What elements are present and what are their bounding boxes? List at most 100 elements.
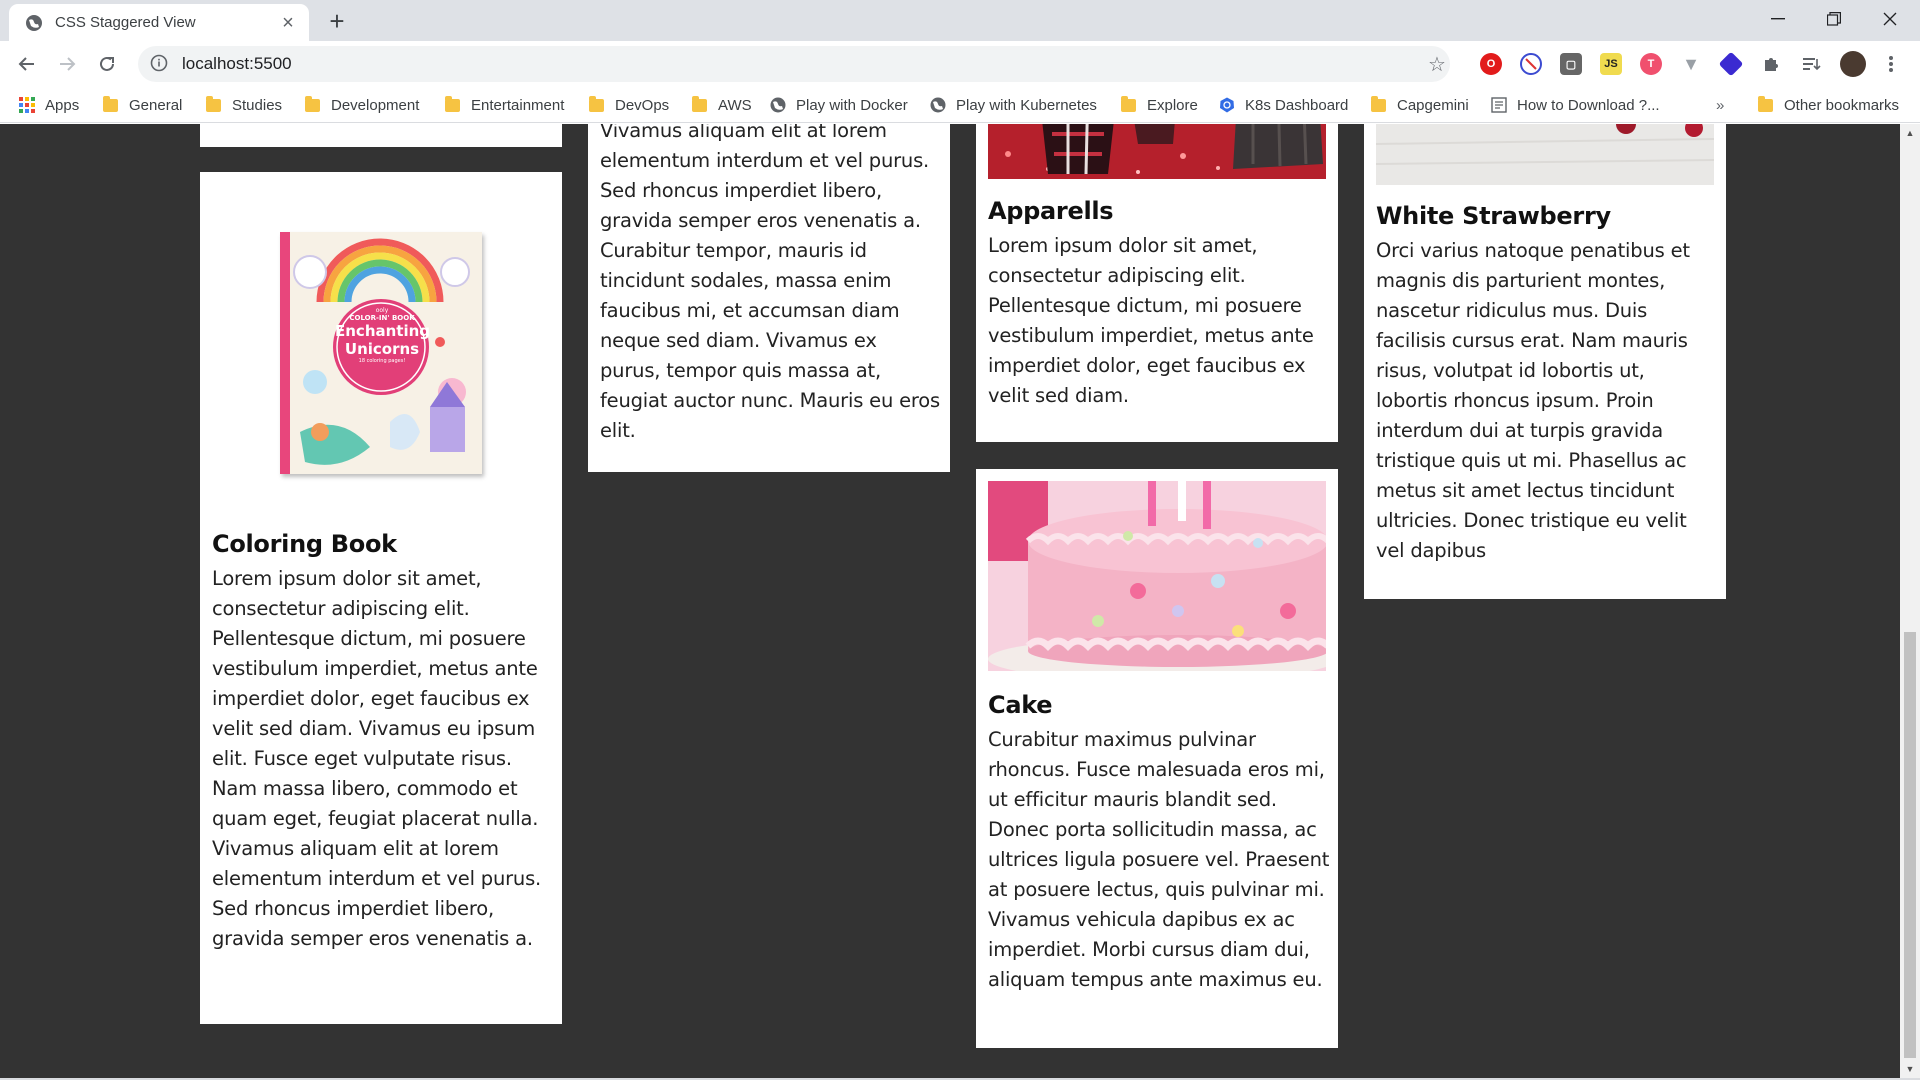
book-tagline: 18 coloring pages! — [358, 358, 406, 364]
bookmark-other-bookmarks[interactable]: Other bookmarks — [1758, 93, 1899, 117]
url-text: localhost:5500 — [182, 54, 292, 73]
tab-strip: CSS Staggered View × + — [0, 0, 1920, 41]
cake-image — [988, 481, 1326, 671]
globe-icon — [930, 97, 946, 113]
card-white-strawberry: White Strawberry Orci varius natoque pen… — [1364, 124, 1726, 599]
card-description: Curabitur maximus pulvinar rhoncus. Fusc… — [988, 728, 1330, 991]
layers-extension-icon[interactable] — [1718, 51, 1744, 77]
bookmark-label: DevOps — [615, 96, 670, 114]
reload-button[interactable] — [92, 49, 122, 79]
bookmark-entertainment[interactable]: Entertainment — [445, 93, 564, 117]
bookmark-explore[interactable]: Explore — [1121, 93, 1198, 117]
card-cake: Cake Curabitur maximus pulvinar rhoncus.… — [976, 469, 1338, 1048]
site-info-icon[interactable] — [150, 54, 170, 74]
new-tab-button[interactable]: + — [322, 6, 352, 36]
close-window-button[interactable] — [1862, 4, 1918, 34]
folder-icon — [589, 95, 604, 112]
card-description: Lorem ipsum dolor sit amet, consectetur … — [988, 234, 1314, 407]
bookmark-how-to-download[interactable]: How to Download ?... — [1491, 93, 1660, 117]
bookmark-label: Apps — [45, 96, 80, 114]
t-extension-icon[interactable]: T — [1640, 53, 1662, 75]
vue-extension-icon[interactable]: ▼ — [1680, 53, 1702, 75]
card-previous-bottom — [200, 124, 562, 147]
coloring-book-image: ooly COLOR-IN' BOOK Enchanting Unicorns … — [280, 232, 482, 474]
card-title: White Strawberry — [1376, 202, 1611, 230]
minimize-button[interactable] — [1750, 4, 1806, 34]
back-button[interactable] — [12, 49, 42, 79]
folder-icon — [445, 95, 460, 112]
folder-icon — [305, 95, 320, 112]
menu-kebab-icon[interactable] — [1880, 53, 1902, 75]
folder-icon — [1371, 95, 1386, 112]
reading-list-icon[interactable] — [1800, 53, 1822, 75]
card-title: Cake — [988, 691, 1053, 719]
bookmark-general[interactable]: General — [103, 93, 182, 117]
scroll-up-arrow-icon[interactable]: ▲ — [1900, 124, 1920, 142]
card-apparells: Apparells Lorem ipsum dolor sit amet, co… — [976, 124, 1338, 442]
book-brand: ooly — [375, 307, 389, 314]
card-description: Vivamus aliquam elit at lorem elementum … — [600, 124, 940, 442]
folder-icon — [103, 95, 118, 112]
folder-icon — [1758, 95, 1773, 112]
bookmark-label: Capgemini — [1397, 96, 1469, 114]
card-continued: Vivamus aliquam elit at lorem elementum … — [588, 124, 950, 472]
bookmark-play-with-docker[interactable]: Play with Docker — [770, 93, 908, 117]
restore-button[interactable] — [1806, 4, 1862, 34]
page-viewport: ooly COLOR-IN' BOOK Enchanting Unicorns … — [0, 124, 1900, 1078]
bookmark-label: AWS — [718, 96, 752, 114]
white-strawberry-image — [1376, 124, 1714, 185]
bookmark-aws[interactable]: AWS — [692, 93, 752, 117]
bookmarks-overflow-button[interactable]: » — [1716, 97, 1724, 114]
card-title: Apparells — [988, 197, 1114, 225]
opera-extension-icon[interactable]: O — [1480, 53, 1502, 75]
address-bar[interactable]: localhost:5500 — [138, 46, 1450, 82]
card-description: Lorem ipsum dolor sit amet, consectetur … — [212, 567, 542, 950]
bookmark-label: Development — [331, 96, 420, 114]
bookmark-development[interactable]: Development — [305, 93, 419, 117]
scrollbar-thumb[interactable] — [1904, 632, 1916, 1058]
bookmarks-bar: Apps General Studies Development Enterta… — [0, 87, 1920, 123]
puzzle-extensions-icon[interactable] — [1760, 53, 1782, 75]
js-extension-icon[interactable]: JS — [1600, 53, 1622, 75]
apps-grid-icon — [19, 97, 35, 113]
book-title-line2: Unicorns — [344, 340, 420, 358]
globe-icon — [770, 97, 786, 113]
bookmark-play-with-kubernetes[interactable]: Play with Kubernetes — [930, 93, 1097, 117]
bookmark-label: Other bookmarks — [1784, 96, 1900, 114]
bookmark-label: General — [129, 96, 183, 114]
bookmark-devops[interactable]: DevOps — [589, 93, 669, 117]
folder-icon — [692, 95, 707, 112]
close-tab-icon[interactable]: × — [277, 12, 299, 34]
bookmark-k8s-dashboard[interactable]: K8s Dashboard — [1219, 93, 1348, 117]
folder-icon — [206, 95, 221, 112]
bookmark-label: Play with Kubernetes — [956, 96, 1097, 114]
bookmark-label: K8s Dashboard — [1245, 96, 1349, 114]
bookmark-label: Play with Docker — [796, 96, 908, 114]
globe-icon — [25, 14, 43, 32]
block-extension-icon[interactable] — [1520, 53, 1542, 75]
forward-button[interactable] — [52, 49, 82, 79]
profile-avatar[interactable] — [1840, 51, 1866, 77]
folder-icon — [1121, 95, 1136, 112]
window-extension-icon[interactable]: ▢ — [1560, 53, 1582, 75]
bookmark-star-icon[interactable]: ☆ — [1428, 52, 1446, 77]
bookmark-label: Entertainment — [471, 96, 565, 114]
apparells-image — [988, 124, 1326, 179]
kubernetes-icon — [1219, 97, 1235, 113]
bookmark-label: Studies — [232, 96, 283, 114]
bookmark-capgemini[interactable]: Capgemini — [1371, 93, 1469, 117]
book-title-line1: Enchanting — [335, 322, 431, 340]
card-title: Coloring Book — [212, 530, 397, 558]
page-icon — [1491, 97, 1507, 113]
bookmark-apps[interactable]: Apps — [19, 93, 79, 117]
vertical-scrollbar[interactable]: ▲ ▼ — [1900, 124, 1920, 1078]
scroll-down-arrow-icon[interactable]: ▼ — [1900, 1060, 1920, 1078]
book-subtitle: COLOR-IN' BOOK — [349, 314, 415, 322]
browser-toolbar: localhost:5500 ☆ O ▢ JS T ▼ — [0, 41, 1920, 87]
card-coloring-book: ooly COLOR-IN' BOOK Enchanting Unicorns … — [200, 172, 562, 1024]
bookmark-studies[interactable]: Studies — [206, 93, 282, 117]
bookmark-label: Explore — [1147, 96, 1198, 114]
browser-tab[interactable]: CSS Staggered View × — [9, 4, 309, 41]
bookmark-label: How to Download ?... — [1517, 96, 1660, 114]
tab-title: CSS Staggered View — [55, 14, 196, 31]
